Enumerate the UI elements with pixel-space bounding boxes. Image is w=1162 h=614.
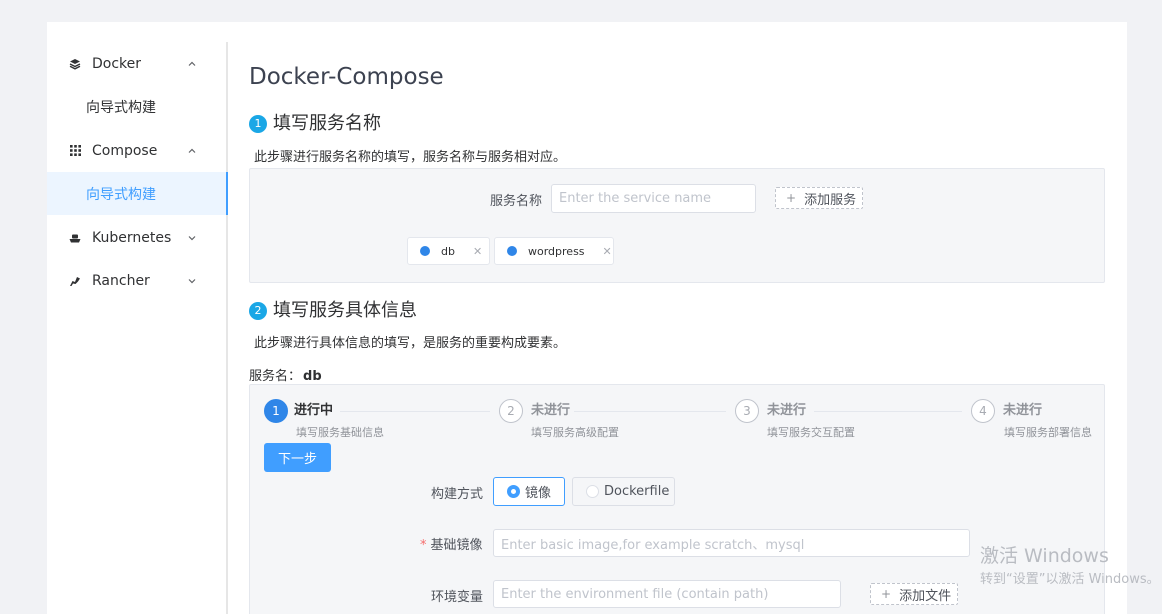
sidebar-item-rancher[interactable]: Rancher [47, 259, 226, 302]
current-service: 服务名： db [249, 365, 322, 384]
current-service-label: 服务名： [249, 369, 302, 384]
service-name-input[interactable]: Enter the service name [551, 184, 756, 213]
plus-icon: + [786, 191, 797, 205]
step-number-badge: 2 [249, 301, 267, 320]
wizard-step-4-sub: 填写服务部署信息 [1004, 426, 1092, 439]
radio-unchecked-icon [586, 485, 599, 498]
wizard-step-1-circle: 1 [264, 399, 288, 423]
chevron-up-icon [188, 61, 196, 66]
sidebar-item-label: Rancher [92, 272, 150, 289]
wizard-step-3-circle: 3 [735, 399, 759, 423]
base-image-label-wrap: * 基础镜像 [420, 534, 483, 553]
sidebar-item-label: Kubernetes [92, 229, 172, 246]
chevron-down-icon [188, 278, 196, 283]
sidebar: Docker 向导式构建 Compose 向导式构建 Kubernetes Ra… [47, 42, 228, 614]
service-name-label: 服务名称 [490, 194, 543, 209]
close-icon[interactable]: ✕ [603, 245, 612, 258]
wizard-connector [340, 411, 490, 412]
step-description: 此步骤进行服务名称的填写，服务名称与服务相对应。 [254, 150, 567, 165]
sidebar-subitem-docker-wizard[interactable]: 向导式构建 [47, 85, 226, 128]
tag-label: db [441, 244, 455, 258]
step-title: 填写服务名称 [273, 113, 381, 134]
activation-watermark-title: 激活 Windows [980, 545, 1109, 567]
build-method-label: 构建方式 [431, 487, 484, 502]
wizard-step-3-sub: 填写服务交互配置 [767, 426, 855, 439]
wizard-step-3-title: 未进行 [763, 399, 811, 418]
build-option-image[interactable]: 镜像 [493, 477, 565, 506]
wizard-step-2-sub: 填写服务高级配置 [531, 426, 619, 439]
env-label: 环境变量 [431, 590, 484, 605]
chevron-down-icon [188, 235, 196, 240]
required-asterisk: * [420, 538, 427, 553]
tag-dot-icon [507, 246, 517, 256]
sidebar-item-label: Docker [92, 55, 142, 72]
sidebar-item-compose[interactable]: Compose [47, 129, 226, 172]
step-number-badge: 1 [249, 114, 267, 133]
step-description: 此步骤进行具体信息的填写，是服务的重要构成要素。 [254, 336, 567, 351]
build-option-dockerfile[interactable]: Dockerfile [572, 477, 675, 506]
base-image-label: 基础镜像 [430, 538, 483, 553]
wizard-connector [574, 411, 726, 412]
radio-checked-icon [507, 485, 520, 498]
sidebar-item-kubernetes[interactable]: Kubernetes [47, 216, 226, 259]
rancher-icon [68, 274, 82, 288]
tag-label: wordpress [528, 244, 585, 258]
service-tag[interactable]: wordpress ✕ [494, 237, 614, 265]
wizard-step-2-title: 未进行 [527, 399, 575, 418]
base-image-input[interactable]: Enter basic image,for example scratch、my… [493, 529, 970, 557]
wizard-step-2-circle: 2 [499, 399, 523, 423]
page-title: Docker-Compose [249, 64, 444, 90]
grid-icon [68, 144, 82, 158]
plus-icon: + [881, 587, 892, 601]
sidebar-subitem-label: 向导式构建 [86, 186, 156, 203]
step1-heading: 1 填写服务名称 [249, 109, 381, 135]
sidebar-subitem-label: 向导式构建 [86, 99, 156, 116]
add-file-button[interactable]: + 添加文件 [870, 583, 959, 605]
service-tag[interactable]: db ✕ [407, 237, 490, 265]
build-option-label: 镜像 [525, 486, 552, 501]
chevron-up-icon [188, 148, 196, 153]
env-file-input[interactable]: Enter the environment file (contain path… [493, 580, 841, 608]
sidebar-subitem-compose-wizard[interactable]: 向导式构建 [47, 172, 228, 215]
wizard-step-4-circle: 4 [971, 399, 995, 423]
next-step-button[interactable]: 下一步 [264, 443, 331, 472]
add-service-label: 添加服务 [804, 192, 857, 208]
step2-heading: 2 填写服务具体信息 [249, 296, 417, 322]
wizard-step-4-title: 未进行 [999, 399, 1047, 418]
sidebar-item-label: Compose [92, 142, 158, 159]
wizard-step-1-sub: 填写服务基础信息 [296, 426, 384, 439]
sidebar-item-docker[interactable]: Docker [47, 42, 226, 85]
wizard-step-1-title: 进行中 [290, 399, 338, 418]
tag-dot-icon [420, 246, 430, 256]
add-service-button[interactable]: + 添加服务 [775, 187, 864, 209]
wizard-connector [814, 411, 962, 412]
build-option-label: Dockerfile [604, 484, 670, 499]
current-service-value: db [303, 369, 322, 384]
ship-icon [68, 231, 82, 245]
layers-icon [68, 57, 82, 71]
activation-watermark-sub: 转到“设置”以激活 Windows。 [980, 572, 1160, 587]
step-title: 填写服务具体信息 [273, 300, 417, 321]
add-file-label: 添加文件 [899, 588, 952, 604]
close-icon[interactable]: ✕ [473, 245, 482, 258]
